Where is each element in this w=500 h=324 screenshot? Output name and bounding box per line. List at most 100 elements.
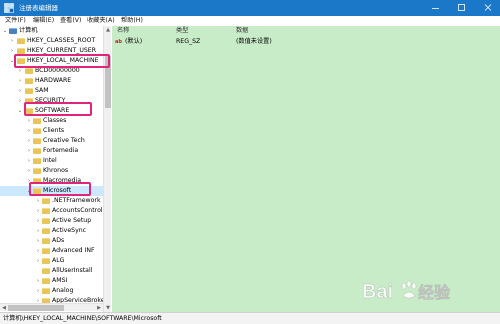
close-button[interactable] [477, 0, 500, 16]
tree-item-label: SAM [35, 87, 49, 94]
value-name: (默认) [125, 38, 143, 45]
scroll-down-icon[interactable]: ▼ [104, 304, 112, 312]
collapsed-arrow-icon[interactable]: › [35, 206, 41, 216]
folder-icon [25, 78, 33, 84]
column-header-type[interactable]: 类型 [176, 26, 188, 36]
string-value-icon: ab [115, 39, 122, 45]
tree-item-label: .NETFramework [52, 197, 101, 204]
tree-item-label: ADs [52, 237, 65, 244]
value-list[interactable]: 名称 类型 数据 ab (默认) REG_SZ (数值未设置) [112, 26, 500, 312]
tree-item-label: 计算机 [19, 27, 38, 34]
tree-item-activesync[interactable]: › ActiveSync [0, 226, 103, 236]
folder-icon [42, 198, 50, 204]
collapsed-arrow-icon[interactable]: › [35, 236, 41, 246]
tree-item-fortemedia[interactable]: › Fortemedia [0, 146, 103, 156]
collapsed-arrow-icon[interactable]: › [26, 166, 32, 176]
tree-vertical-scrollbar[interactable]: ▲ ▼ [103, 26, 111, 312]
collapsed-arrow-icon[interactable]: › [17, 76, 23, 86]
minimize-button[interactable] [424, 0, 447, 16]
folder-icon [17, 38, 25, 44]
scrollbar-thumb[interactable] [8, 305, 64, 311]
scroll-up-icon[interactable]: ▲ [104, 26, 112, 34]
collapsed-arrow-icon[interactable]: › [26, 136, 32, 146]
scroll-left-icon[interactable]: ◀ [0, 304, 8, 312]
tree-item-advanced-inf[interactable]: › Advanced INF [0, 246, 103, 256]
tree-item-creative-tech[interactable]: › Creative Tech [0, 136, 103, 146]
menu-edit[interactable]: 编辑(E) [33, 16, 54, 26]
tree-item-classes[interactable]: › Classes [0, 116, 103, 126]
window-title: 注册表编辑器 [19, 4, 58, 12]
folder-icon [25, 88, 33, 94]
tree-item-label: Active Setup [52, 217, 92, 224]
collapsed-arrow-icon[interactable]: › [35, 256, 41, 266]
collapsed-arrow-icon[interactable]: › [35, 216, 41, 226]
folder-icon [33, 118, 41, 124]
tree-item-label: HARDWARE [35, 77, 72, 84]
tree-item-accountscontrol[interactable]: › AccountsControl [0, 206, 103, 216]
tree-item-label: AllUserInstall [52, 267, 93, 274]
tree-item-hkey-classes-root[interactable]: › HKEY_CLASSES_ROOT [0, 36, 103, 46]
collapsed-arrow-icon[interactable]: › [17, 96, 23, 106]
collapsed-arrow-icon[interactable]: › [35, 286, 41, 296]
scroll-right-icon[interactable]: ▶ [95, 304, 103, 312]
tree-item-ads[interactable]: › ADs [0, 236, 103, 246]
highlight-hkey-local-machine [14, 54, 110, 68]
key-tree[interactable]: ⌄ 计算机 › HKEY_CLASSES_ROOT › HKEY_CURRENT… [0, 26, 111, 312]
maximize-button[interactable] [450, 0, 473, 16]
folder-icon [42, 278, 50, 284]
menu-bar: 文件(F) 编辑(E) 查看(V) 收藏夹(A) 帮助(H) [0, 16, 500, 26]
expanded-arrow-icon[interactable]: ⌄ [2, 26, 8, 36]
folder-icon [25, 68, 33, 74]
folder-icon [42, 258, 50, 264]
status-path: 计算机\HKEY_LOCAL_MACHINE\SOFTWARE\Microsof… [3, 315, 162, 322]
menu-view[interactable]: 查看(V) [60, 16, 81, 26]
folder-icon [33, 128, 41, 134]
tree-item-label: ActiveSync [52, 227, 87, 234]
collapsed-arrow-icon[interactable]: › [9, 36, 15, 46]
tree-item-label: Clients [43, 127, 65, 134]
folder-icon [33, 138, 41, 144]
folder-icon [42, 208, 50, 214]
folder-icon [33, 168, 41, 174]
tree-item-label: Fortemedia [43, 147, 79, 154]
tree-item-sam[interactable]: › SAM [0, 86, 103, 96]
column-header-data[interactable]: 数据 [236, 26, 248, 36]
menu-favorites[interactable]: 收藏夹(A) [87, 16, 115, 26]
collapsed-arrow-icon[interactable]: › [26, 116, 32, 126]
collapsed-arrow-icon[interactable]: › [35, 276, 41, 286]
collapsed-arrow-icon[interactable]: › [35, 196, 41, 206]
tree-horizontal-scrollbar[interactable]: ◀ ▶ [0, 303, 103, 311]
value-type: REG_SZ [176, 38, 201, 45]
tree-item-amsi[interactable]: › AMSI [0, 276, 103, 286]
tree-item-computer[interactable]: ⌄ 计算机 [0, 26, 103, 36]
tree-item-intel[interactable]: › Intel [0, 156, 103, 166]
menu-file[interactable]: 文件(F) [5, 16, 26, 26]
collapsed-arrow-icon[interactable]: › [35, 226, 41, 236]
title-bar[interactable]: 注册表编辑器 [0, 0, 500, 16]
column-header-name[interactable]: 名称 [117, 26, 129, 36]
tree-item-active-setup[interactable]: › Active Setup [0, 216, 103, 226]
tree-item-alg[interactable]: › ALG [0, 256, 103, 266]
tree-item-label: AccountsControl [52, 207, 103, 214]
value-row[interactable]: ab (默认) REG_SZ (数值未设置) [112, 37, 500, 47]
tree-item-analog[interactable]: › Analog [0, 286, 103, 296]
tree-item-label: Creative Tech [43, 137, 85, 144]
collapsed-arrow-icon[interactable]: › [17, 86, 23, 96]
expanded-arrow-icon[interactable]: ⌄ [17, 106, 23, 116]
svg-text:Bai: Bai [362, 281, 393, 303]
tree-item-clients[interactable]: › Clients [0, 126, 103, 136]
tree-item-label: ALG [52, 257, 65, 264]
tree-item-khronos[interactable]: › Khronos [0, 166, 103, 176]
collapsed-arrow-icon[interactable]: › [26, 146, 32, 156]
collapsed-arrow-icon[interactable]: › [26, 156, 32, 166]
minimize-icon [432, 8, 439, 9]
folder-icon [42, 238, 50, 244]
tree-item-hardware[interactable]: › HARDWARE [0, 76, 103, 86]
tree-item-label: AMSI [52, 277, 68, 284]
menu-help[interactable]: 帮助(H) [121, 16, 143, 26]
collapsed-arrow-icon[interactable]: › [26, 126, 32, 136]
collapsed-arrow-icon[interactable]: › [35, 246, 41, 256]
highlight-software [24, 102, 92, 116]
tree-item-alluserinstall[interactable]: AllUserInstall [0, 266, 103, 276]
tree-item-netframework[interactable]: › .NETFramework [0, 196, 103, 206]
